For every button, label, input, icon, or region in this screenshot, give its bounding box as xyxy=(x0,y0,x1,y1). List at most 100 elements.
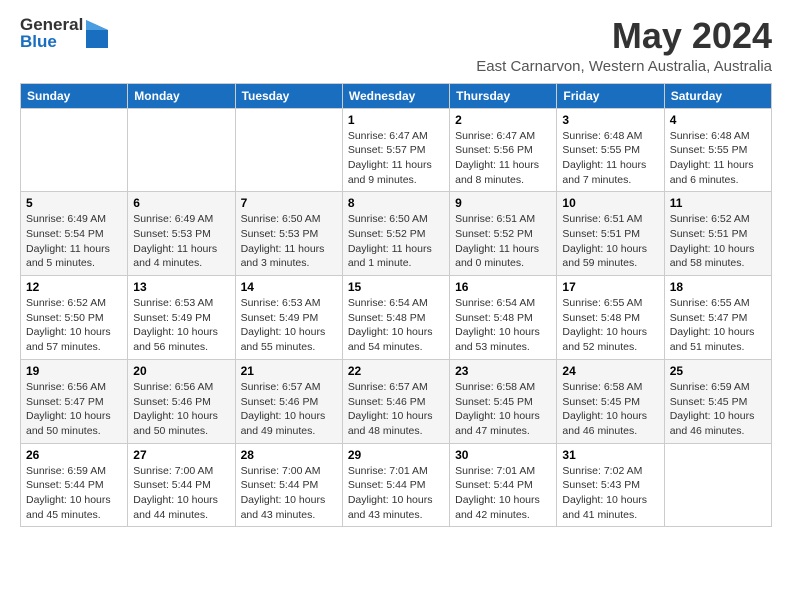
day-number: 1 xyxy=(348,113,444,127)
day-number: 3 xyxy=(562,113,658,127)
day-number: 31 xyxy=(562,448,658,462)
calendar-week-row: 1 Sunrise: 6:47 AMSunset: 5:57 PMDaylight… xyxy=(21,108,772,192)
day-number: 11 xyxy=(670,196,766,210)
day-info: Sunrise: 6:55 AMSunset: 5:47 PMDaylight:… xyxy=(670,296,766,355)
calendar-day-2: 2 Sunrise: 6:47 AMSunset: 5:56 PMDaylight… xyxy=(450,108,557,192)
calendar-header-friday: Friday xyxy=(557,83,664,108)
day-number: 18 xyxy=(670,280,766,294)
calendar-day-27: 27 Sunrise: 7:00 AMSunset: 5:44 PMDayligh… xyxy=(128,443,235,527)
calendar-table: SundayMondayTuesdayWednesdayThursdayFrid… xyxy=(20,83,772,528)
logo-general: General xyxy=(20,16,83,33)
day-info: Sunrise: 7:00 AMSunset: 5:44 PMDaylight:… xyxy=(133,464,229,523)
day-info: Sunrise: 6:57 AMSunset: 5:46 PMDaylight:… xyxy=(348,380,444,439)
day-number: 28 xyxy=(241,448,337,462)
day-info: Sunrise: 6:55 AMSunset: 5:48 PMDaylight:… xyxy=(562,296,658,355)
day-number: 23 xyxy=(455,364,551,378)
calendar-day-21: 21 Sunrise: 6:57 AMSunset: 5:46 PMDayligh… xyxy=(235,359,342,443)
day-number: 15 xyxy=(348,280,444,294)
calendar-week-row: 5 Sunrise: 6:49 AMSunset: 5:54 PMDaylight… xyxy=(21,192,772,276)
calendar-day-13: 13 Sunrise: 6:53 AMSunset: 5:49 PMDayligh… xyxy=(128,276,235,360)
day-info: Sunrise: 6:54 AMSunset: 5:48 PMDaylight:… xyxy=(455,296,551,355)
calendar-day-30: 30Sunrise: 7:01 AMSunset: 5:44 PMDayligh… xyxy=(450,443,557,527)
day-info: Sunrise: 7:00 AMSunset: 5:44 PMDaylight:… xyxy=(241,464,337,523)
day-info: Sunrise: 7:02 AMSunset: 5:43 PMDaylight:… xyxy=(562,464,658,523)
day-info: Sunrise: 6:51 AMSunset: 5:52 PMDaylight:… xyxy=(455,212,551,271)
logo-icon xyxy=(86,20,108,48)
day-info: Sunrise: 6:53 AMSunset: 5:49 PMDaylight:… xyxy=(133,296,229,355)
day-number: 10 xyxy=(562,196,658,210)
day-info: Sunrise: 6:47 AMSunset: 5:56 PMDaylight:… xyxy=(455,129,551,188)
calendar-day-17: 17Sunrise: 6:55 AMSunset: 5:48 PMDayligh… xyxy=(557,276,664,360)
calendar-day-23: 23Sunrise: 6:58 AMSunset: 5:45 PMDayligh… xyxy=(450,359,557,443)
calendar-day-1: 1 Sunrise: 6:47 AMSunset: 5:57 PMDaylight… xyxy=(342,108,449,192)
day-number: 5 xyxy=(26,196,122,210)
calendar-week-row: 19 Sunrise: 6:56 AMSunset: 5:47 PMDayligh… xyxy=(21,359,772,443)
day-number: 25 xyxy=(670,364,766,378)
day-info: Sunrise: 6:48 AMSunset: 5:55 PMDaylight:… xyxy=(562,129,658,188)
calendar-day-18: 18 Sunrise: 6:55 AMSunset: 5:47 PMDayligh… xyxy=(664,276,771,360)
day-number: 7 xyxy=(241,196,337,210)
location-subtitle: East Carnarvon, Western Australia, Austr… xyxy=(476,58,772,75)
calendar-day-26: 26Sunrise: 6:59 AMSunset: 5:44 PMDayligh… xyxy=(21,443,128,527)
day-number: 13 xyxy=(133,280,229,294)
day-number: 21 xyxy=(241,364,337,378)
day-number: 12 xyxy=(26,280,122,294)
day-number: 26 xyxy=(26,448,122,462)
day-info: Sunrise: 6:52 AMSunset: 5:51 PMDaylight:… xyxy=(670,212,766,271)
calendar-day-7: 7 Sunrise: 6:50 AMSunset: 5:53 PMDaylight… xyxy=(235,192,342,276)
calendar-day-28: 28 Sunrise: 7:00 AMSunset: 5:44 PMDayligh… xyxy=(235,443,342,527)
day-info: Sunrise: 6:57 AMSunset: 5:46 PMDaylight:… xyxy=(241,380,337,439)
calendar-day-3: 3 Sunrise: 6:48 AMSunset: 5:55 PMDaylight… xyxy=(557,108,664,192)
day-number: 20 xyxy=(133,364,229,378)
day-number: 29 xyxy=(348,448,444,462)
calendar-empty-cell xyxy=(21,108,128,192)
day-info: Sunrise: 6:54 AMSunset: 5:48 PMDaylight:… xyxy=(348,296,444,355)
header: General Blue May 2024 East Carnarvon, We… xyxy=(20,16,772,75)
day-info: Sunrise: 6:56 AMSunset: 5:46 PMDaylight:… xyxy=(133,380,229,439)
day-number: 6 xyxy=(133,196,229,210)
calendar-day-5: 5 Sunrise: 6:49 AMSunset: 5:54 PMDaylight… xyxy=(21,192,128,276)
logo: General Blue xyxy=(20,16,108,50)
calendar-day-29: 29 Sunrise: 7:01 AMSunset: 5:44 PMDayligh… xyxy=(342,443,449,527)
calendar-day-11: 11 Sunrise: 6:52 AMSunset: 5:51 PMDayligh… xyxy=(664,192,771,276)
logo-blue: Blue xyxy=(20,33,83,50)
calendar-day-4: 4 Sunrise: 6:48 AMSunset: 5:55 PMDaylight… xyxy=(664,108,771,192)
day-info: Sunrise: 7:01 AMSunset: 5:44 PMDaylight:… xyxy=(455,464,551,523)
calendar-header-sunday: Sunday xyxy=(21,83,128,108)
day-info: Sunrise: 6:59 AMSunset: 5:45 PMDaylight:… xyxy=(670,380,766,439)
calendar-header-wednesday: Wednesday xyxy=(342,83,449,108)
calendar-day-8: 8 Sunrise: 6:50 AMSunset: 5:52 PMDaylight… xyxy=(342,192,449,276)
calendar-empty-cell xyxy=(664,443,771,527)
day-number: 2 xyxy=(455,113,551,127)
calendar-week-row: 26Sunrise: 6:59 AMSunset: 5:44 PMDayligh… xyxy=(21,443,772,527)
title-area: May 2024 East Carnarvon, Western Austral… xyxy=(476,16,772,75)
calendar-day-12: 12 Sunrise: 6:52 AMSunset: 5:50 PMDayligh… xyxy=(21,276,128,360)
calendar-day-10: 10Sunrise: 6:51 AMSunset: 5:51 PMDayligh… xyxy=(557,192,664,276)
day-number: 8 xyxy=(348,196,444,210)
day-info: Sunrise: 6:47 AMSunset: 5:57 PMDaylight:… xyxy=(348,129,444,188)
day-info: Sunrise: 6:49 AMSunset: 5:54 PMDaylight:… xyxy=(26,212,122,271)
calendar-header-row: SundayMondayTuesdayWednesdayThursdayFrid… xyxy=(21,83,772,108)
day-number: 27 xyxy=(133,448,229,462)
day-info: Sunrise: 6:50 AMSunset: 5:52 PMDaylight:… xyxy=(348,212,444,271)
calendar-day-16: 16Sunrise: 6:54 AMSunset: 5:48 PMDayligh… xyxy=(450,276,557,360)
calendar-day-19: 19 Sunrise: 6:56 AMSunset: 5:47 PMDayligh… xyxy=(21,359,128,443)
day-number: 14 xyxy=(241,280,337,294)
day-info: Sunrise: 6:52 AMSunset: 5:50 PMDaylight:… xyxy=(26,296,122,355)
day-info: Sunrise: 6:56 AMSunset: 5:47 PMDaylight:… xyxy=(26,380,122,439)
calendar-header-saturday: Saturday xyxy=(664,83,771,108)
calendar-day-14: 14 Sunrise: 6:53 AMSunset: 5:49 PMDayligh… xyxy=(235,276,342,360)
calendar-empty-cell xyxy=(235,108,342,192)
day-info: Sunrise: 6:53 AMSunset: 5:49 PMDaylight:… xyxy=(241,296,337,355)
day-info: Sunrise: 6:50 AMSunset: 5:53 PMDaylight:… xyxy=(241,212,337,271)
calendar-header-monday: Monday xyxy=(128,83,235,108)
day-info: Sunrise: 6:49 AMSunset: 5:53 PMDaylight:… xyxy=(133,212,229,271)
day-number: 19 xyxy=(26,364,122,378)
calendar-day-6: 6 Sunrise: 6:49 AMSunset: 5:53 PMDaylight… xyxy=(128,192,235,276)
day-info: Sunrise: 6:48 AMSunset: 5:55 PMDaylight:… xyxy=(670,129,766,188)
day-number: 4 xyxy=(670,113,766,127)
day-info: Sunrise: 7:01 AMSunset: 5:44 PMDaylight:… xyxy=(348,464,444,523)
calendar-day-22: 22Sunrise: 6:57 AMSunset: 5:46 PMDayligh… xyxy=(342,359,449,443)
calendar-week-row: 12 Sunrise: 6:52 AMSunset: 5:50 PMDayligh… xyxy=(21,276,772,360)
day-info: Sunrise: 6:58 AMSunset: 5:45 PMDaylight:… xyxy=(562,380,658,439)
